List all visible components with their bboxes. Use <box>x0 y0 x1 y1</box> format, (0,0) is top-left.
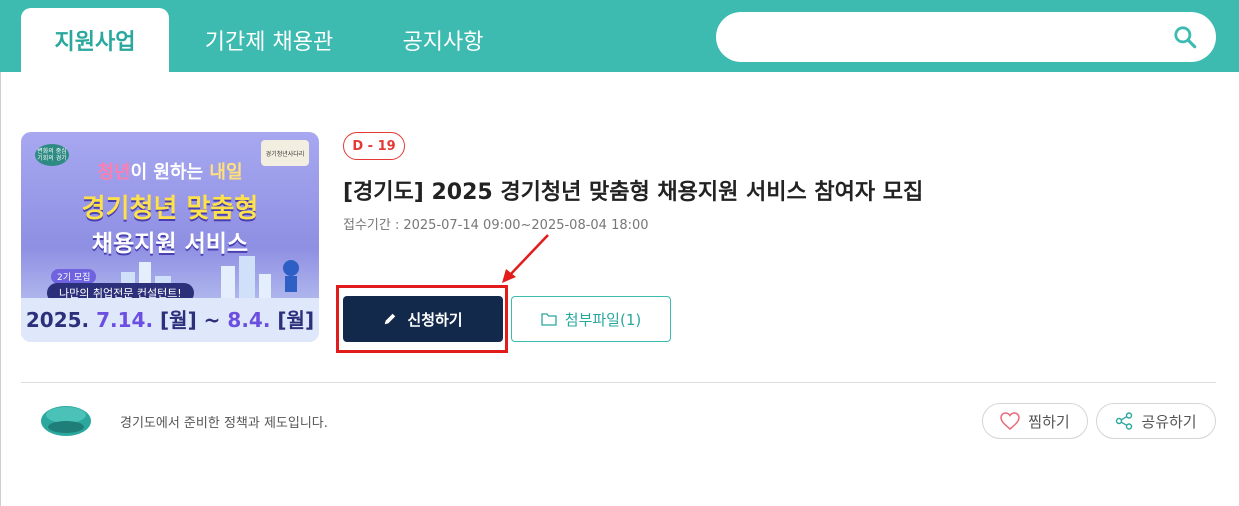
search-bar <box>716 12 1216 62</box>
attachments-button[interactable]: 첨부파일(1) <box>511 296 671 342</box>
like-button-label: 찜하기 <box>1028 412 1070 431</box>
search-icon[interactable] <box>1172 24 1198 50</box>
program-poster-image[interactable]: 변화의 중심 기회의 경기 경기청년사다리 청년이 원하는 내일 경기청년 맞춤… <box>21 132 319 342</box>
footer-description: 경기도에서 준비한 정책과 제도입니다. <box>120 416 328 431</box>
top-navigation-bar: 지원사업 기간제 채용관 공지사항 <box>0 0 1239 72</box>
folder-icon <box>541 313 557 326</box>
tab-support-programs[interactable]: 지원사업 <box>21 8 169 72</box>
apply-button-label: 신청하기 <box>407 310 463 329</box>
search-input[interactable] <box>740 22 1160 52</box>
gyeonggi-logo-icon <box>41 406 91 436</box>
poster-title-1: 경기청년 맞춤형 <box>81 194 259 224</box>
tab-contract-jobs[interactable]: 기간제 채용관 <box>180 8 358 72</box>
heart-icon <box>1000 412 1021 430</box>
pencil-icon <box>385 313 396 325</box>
section-divider <box>21 382 1216 383</box>
dday-badge: D - 19 <box>343 132 405 160</box>
attachments-button-label: 첨부파일(1) <box>564 310 642 329</box>
poster-dates: 2025. 7.14. [월] ~ 8.4. [월] <box>21 298 319 342</box>
share-button-label: 공유하기 <box>1141 412 1197 431</box>
share-button[interactable]: 공유하기 <box>1096 403 1216 439</box>
apply-button[interactable]: 신청하기 <box>343 296 503 342</box>
like-button[interactable]: 찜하기 <box>982 403 1088 439</box>
poster-headline: 청년이 원하는 내일 <box>97 162 243 183</box>
tab-notices[interactable]: 공지사항 <box>380 8 506 72</box>
share-icon <box>1116 412 1133 430</box>
post-title: [경기도] 2025 경기청년 맞춤형 채용지원 서비스 참여자 모집 <box>343 180 924 205</box>
content-left-border <box>0 72 1 506</box>
round-label: 2기 모집 <box>51 269 97 284</box>
